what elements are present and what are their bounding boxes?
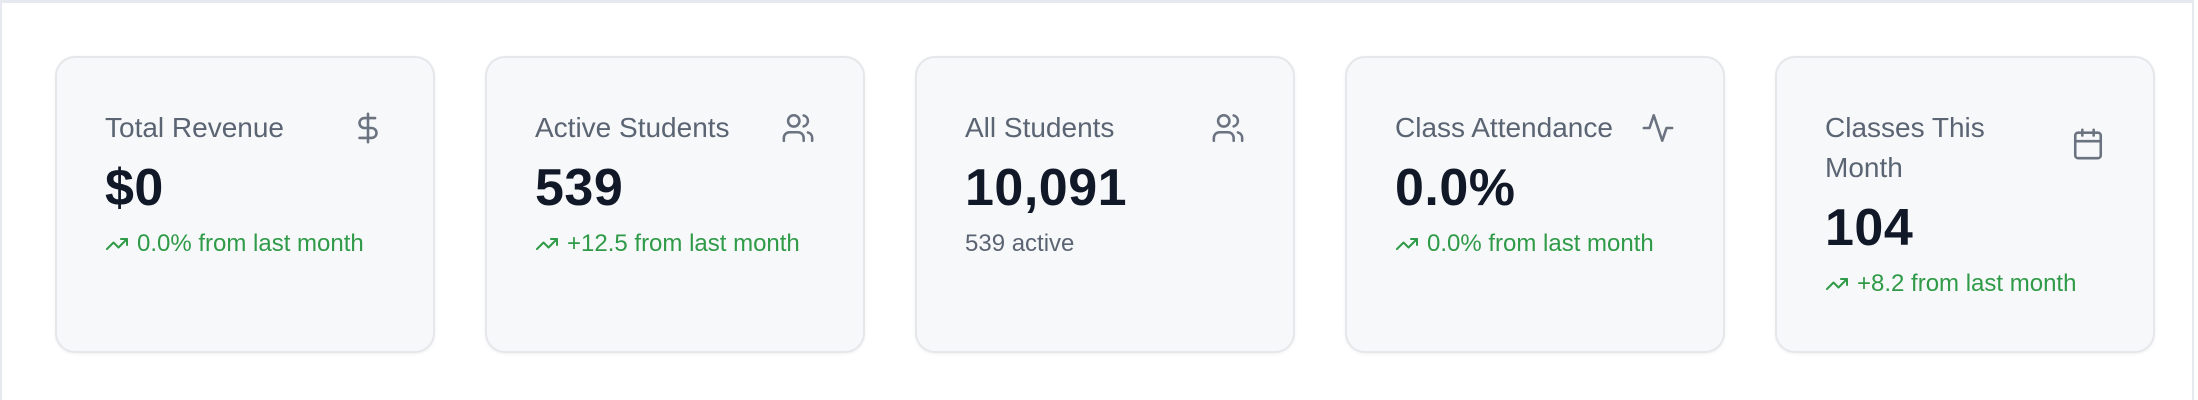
card-title: All Students (965, 112, 1115, 143)
trending-up-icon (106, 238, 128, 250)
card-change: 0.0% from last month (1395, 228, 1675, 260)
card-change: +8.2 from last month (1825, 268, 2105, 300)
card-value: $0 (105, 159, 164, 217)
card-subtext: 539 active (965, 228, 1245, 260)
card-title: Total Revenue (105, 112, 285, 143)
calendar-icon (2073, 128, 2103, 160)
card-value: 0.0% (1395, 159, 1516, 217)
stat-card-all-students: All Students 10,091 539 active (915, 56, 1295, 353)
card-header: Total Revenue (105, 108, 385, 148)
users-icon (782, 113, 814, 143)
activity-icon (1642, 113, 1674, 143)
card-value: 104 (1825, 199, 1914, 257)
card-change: 0.0% from last month (105, 228, 385, 260)
stat-card-total-revenue: Total Revenue $0 0.0% from last month (55, 56, 435, 353)
card-value: 10,091 (965, 159, 1128, 217)
dashboard-frame: Total Revenue $0 0.0% from last month Ac… (0, 0, 2194, 400)
stats-cards: Total Revenue $0 0.0% from last month Ac… (55, 56, 2155, 353)
trending-up-icon (1396, 238, 1418, 250)
stat-card-active-students: Active Students 539 +12.5 from last mont… (485, 56, 865, 353)
dollar-icon (358, 112, 378, 144)
card-value: 539 (535, 159, 624, 217)
card-header: Classes This Month (1825, 108, 2105, 188)
card-header: Active Students (535, 108, 815, 148)
users-icon (1212, 113, 1244, 143)
card-subtext-text: 539 active (965, 230, 1075, 257)
card-change-text: 0.0% from last month (1427, 230, 1654, 257)
card-change-text: +12.5 from last month (567, 230, 800, 257)
trending-up-icon (1826, 278, 1848, 290)
card-change-text: +8.2 from last month (1857, 270, 2077, 297)
card-header: All Students (965, 108, 1245, 148)
card-title: Classes This Month (1825, 112, 1985, 183)
stat-card-classes-this-month: Classes This Month 104 +8.2 from last mo… (1775, 56, 2155, 353)
card-title: Class Attendance (1395, 112, 1613, 143)
trending-up-icon (536, 238, 558, 250)
card-change-text: 0.0% from last month (137, 230, 364, 257)
card-header: Class Attendance (1395, 108, 1675, 148)
card-change: +12.5 from last month (535, 228, 815, 260)
stat-card-class-attendance: Class Attendance 0.0% 0.0% from last mon… (1345, 56, 1725, 353)
card-title: Active Students (535, 112, 730, 143)
